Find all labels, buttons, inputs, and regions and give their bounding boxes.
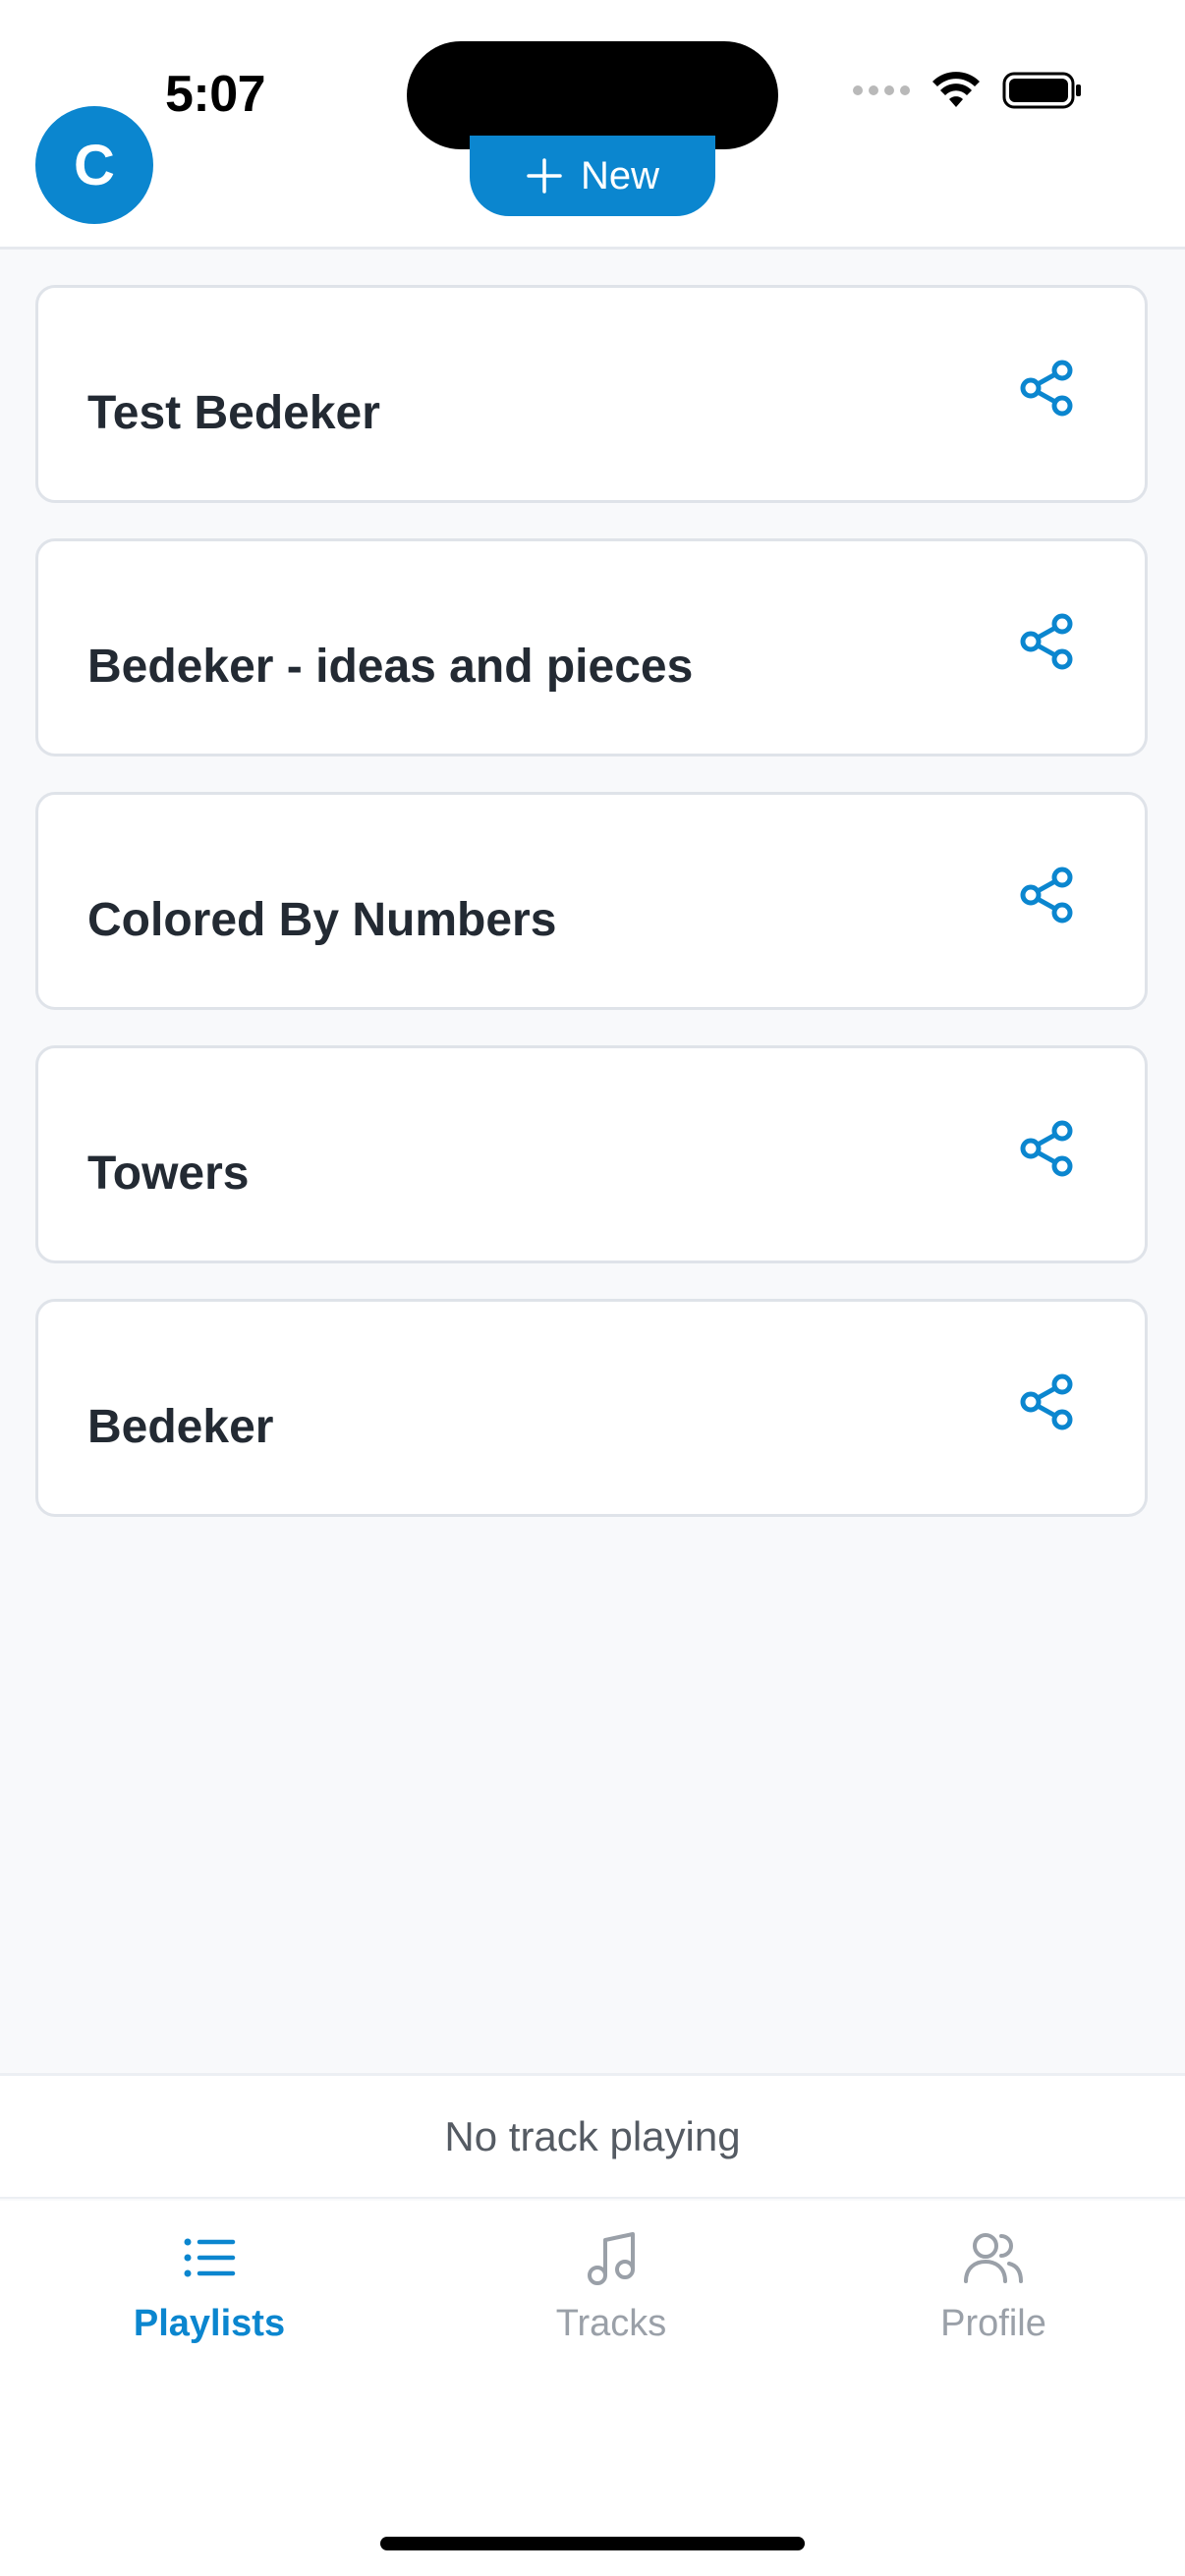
list-icon: [184, 2238, 236, 2277]
playlist-card[interactable]: Test Bedeker: [35, 285, 1148, 503]
wifi-icon: [932, 72, 980, 107]
share-icon[interactable]: [1019, 359, 1074, 418]
playlist-title: Test Bedeker: [87, 387, 380, 439]
cellular-signal-icon: [853, 85, 910, 95]
tab-label: Playlists: [133, 2303, 286, 2344]
dynamic-island: [407, 41, 778, 149]
share-icon[interactable]: [1019, 866, 1074, 924]
status-time: 5:07: [165, 66, 266, 123]
screen: 5:07 C New Test Bedeker Bedeker - ideas …: [0, 0, 1185, 2576]
battery-icon: [1002, 72, 1081, 109]
share-icon[interactable]: [1019, 1372, 1074, 1431]
playlist-list: Test Bedeker Bedeker - ideas and pieces …: [35, 285, 1150, 1552]
tab-label: Profile: [940, 2303, 1046, 2344]
share-icon[interactable]: [1019, 1119, 1074, 1178]
playlist-title: Bedeker - ideas and pieces: [87, 641, 694, 693]
home-indicator: [380, 2537, 805, 2550]
playlist-card[interactable]: Colored By Numbers: [35, 792, 1148, 1010]
playlist-card[interactable]: Towers: [35, 1045, 1148, 1263]
tab-playlists[interactable]: Playlists: [91, 2226, 327, 2345]
playlist-card[interactable]: Bedeker: [35, 1299, 1148, 1517]
music-note-icon: [588, 2232, 635, 2285]
playlist-card[interactable]: Bedeker - ideas and pieces: [35, 538, 1148, 756]
tab-label: Tracks: [555, 2303, 667, 2344]
status-icons: [853, 71, 1083, 110]
new-button-label: New: [580, 153, 660, 197]
users-icon: [964, 2233, 1023, 2283]
playlist-title: Bedeker: [87, 1401, 274, 1453]
plus-icon: [527, 158, 562, 194]
tab-profile[interactable]: Profile: [875, 2226, 1111, 2345]
avatar[interactable]: C: [35, 106, 153, 224]
now-playing-status: No track playing: [444, 2112, 741, 2159]
tab-tracks[interactable]: Tracks: [493, 2226, 729, 2345]
now-playing-bar[interactable]: No track playing: [0, 2073, 1185, 2199]
new-playlist-button[interactable]: New: [470, 136, 715, 216]
playlist-title: Colored By Numbers: [87, 894, 557, 946]
header: 5:07 C New: [0, 0, 1185, 250]
share-icon[interactable]: [1019, 612, 1074, 671]
tab-bar: Playlists Tracks Profile: [0, 2201, 1185, 2576]
playlist-title: Towers: [87, 1148, 250, 1200]
